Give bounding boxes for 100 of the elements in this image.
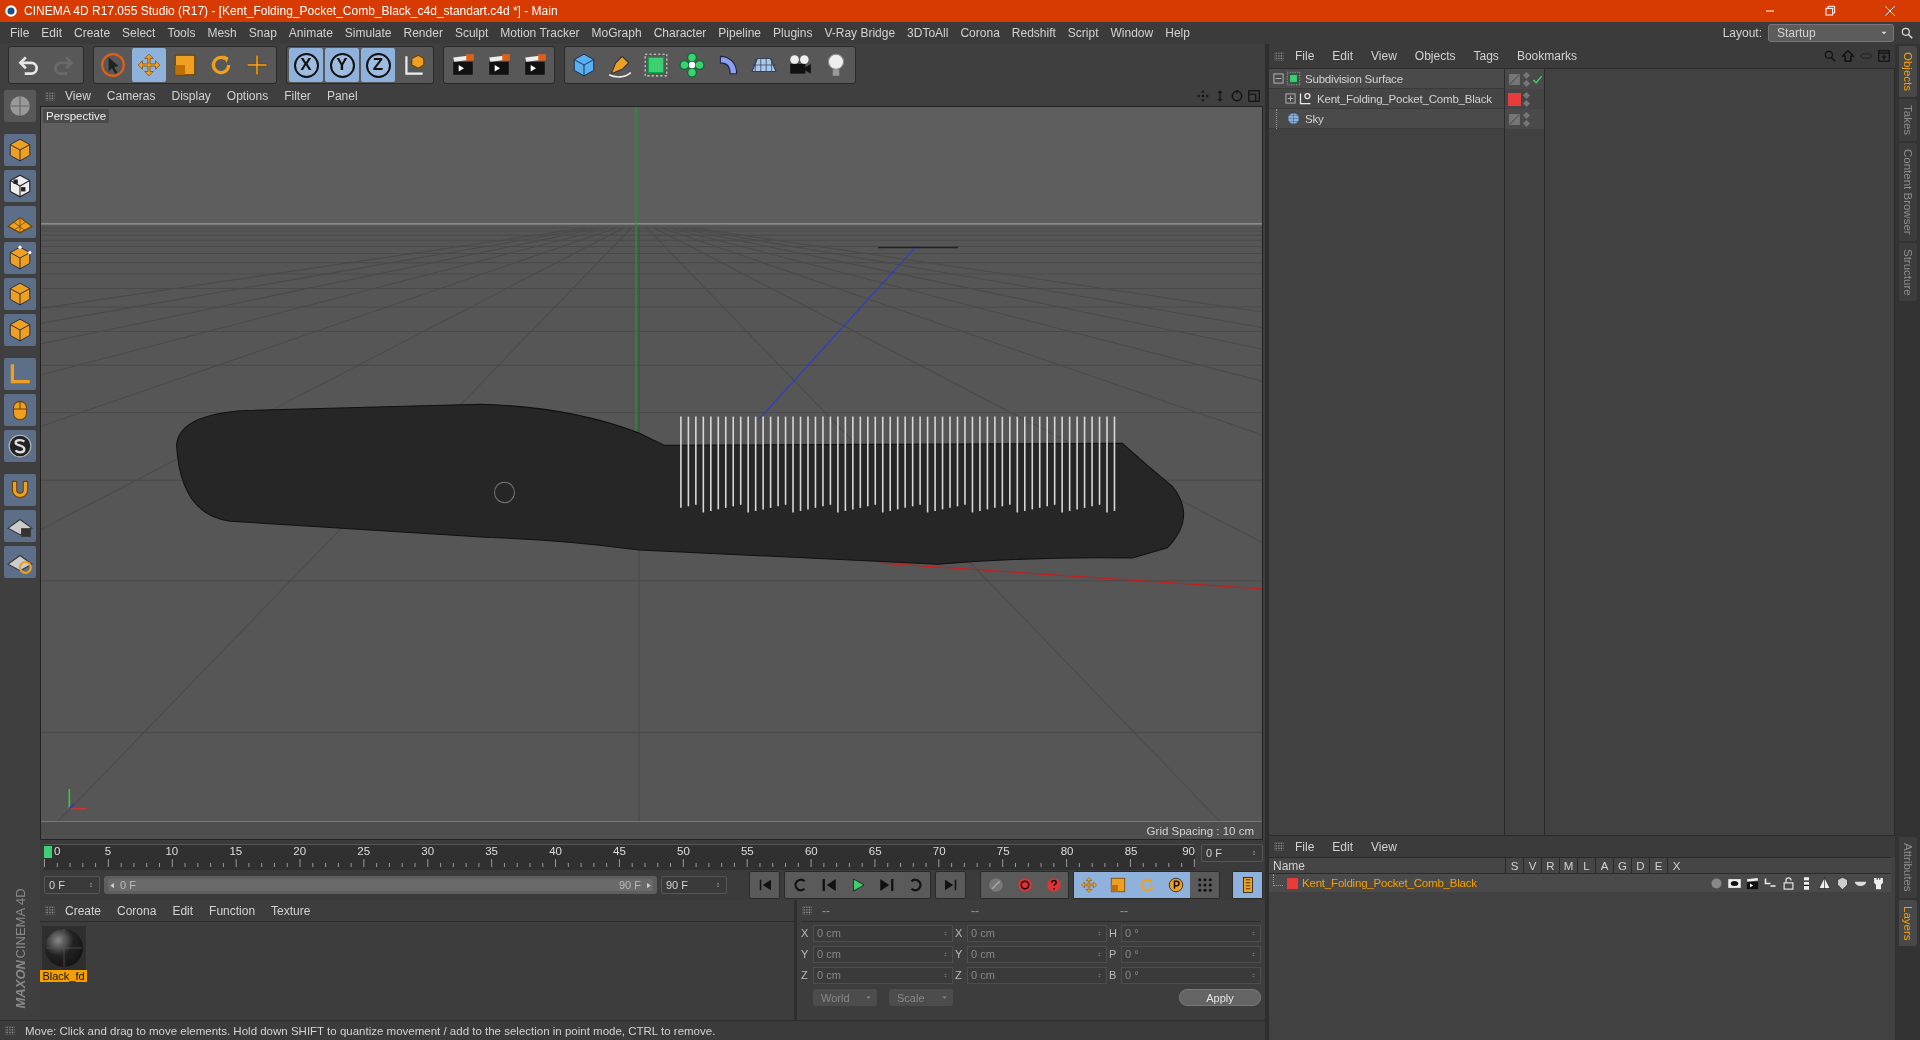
start-frame-field[interactable]: 0 F bbox=[44, 876, 100, 894]
object-menu-item[interactable]: Edit bbox=[1323, 49, 1363, 63]
visibility-dots-icon[interactable] bbox=[1524, 112, 1529, 126]
material-menu-item[interactable]: Texture bbox=[263, 903, 319, 918]
menu-item[interactable]: Corona bbox=[954, 26, 1006, 40]
menu-item[interactable]: Sculpt bbox=[448, 26, 495, 40]
menu-item[interactable]: Redshift bbox=[1005, 26, 1062, 40]
menu-item[interactable]: V-Ray Bridge bbox=[818, 26, 902, 40]
view-menu-item[interactable]: View bbox=[57, 89, 99, 103]
axis-lock-button[interactable]: X bbox=[289, 48, 323, 82]
menu-item[interactable]: Simulate bbox=[338, 26, 398, 40]
column-header[interactable]: E bbox=[1649, 858, 1667, 873]
material-thumbnail[interactable] bbox=[41, 926, 86, 970]
menu-item[interactable]: Render bbox=[397, 26, 449, 40]
perspective-viewport[interactable]: Perspective Grid Spacing : 10 cm bbox=[40, 106, 1263, 840]
menu-item[interactable]: Tools bbox=[161, 26, 202, 40]
current-frame-field[interactable]: 0 F bbox=[1201, 844, 1263, 862]
shield-icon[interactable] bbox=[1835, 875, 1850, 891]
apply-button[interactable]: Apply bbox=[1179, 989, 1261, 1006]
object-row[interactable]: Kent_Folding_Pocket_Comb_Black bbox=[1269, 89, 1504, 109]
axis-label: X bbox=[801, 927, 810, 939]
object-menu-item[interactable]: View bbox=[1362, 49, 1406, 63]
column-header[interactable]: G bbox=[1613, 858, 1631, 873]
menu-item[interactable]: Pipeline bbox=[712, 26, 768, 40]
material-menu-item[interactable]: Edit bbox=[164, 903, 202, 918]
menu-item[interactable]: Animate bbox=[282, 26, 339, 40]
timeline-ruler[interactable]: 0 5 10 15 20 25 30 35 40 45 50 55 60 65 70 75 80 85 90 bbox=[44, 844, 1195, 870]
material-menu-item[interactable]: Function bbox=[201, 903, 264, 918]
object-menu-item[interactable]: Bookmarks bbox=[1507, 49, 1586, 63]
padlock-icon[interactable] bbox=[1781, 875, 1796, 891]
material-menu-item[interactable]: Corona bbox=[109, 903, 165, 918]
menu-item[interactable]: Motion Tracker bbox=[494, 26, 586, 40]
layer-menu-item[interactable]: Edit bbox=[1323, 839, 1363, 854]
pyramid-icon[interactable] bbox=[1817, 875, 1832, 891]
menu-item[interactable]: Script bbox=[1061, 26, 1105, 40]
sky-sphere-icon bbox=[1286, 111, 1301, 126]
object-menu-item[interactable]: File bbox=[1286, 49, 1324, 63]
clapperboard-icon[interactable] bbox=[1745, 875, 1760, 891]
view-menu-item[interactable]: Filter bbox=[276, 89, 319, 103]
move-key-icon bbox=[1079, 876, 1098, 894]
menu-item[interactable]: MoGraph bbox=[585, 26, 648, 40]
column-header[interactable]: M bbox=[1559, 858, 1577, 873]
axis-lock-button[interactable]: Z bbox=[361, 48, 395, 82]
view-menu-item[interactable]: Options bbox=[218, 89, 277, 103]
side-tab[interactable]: Objects bbox=[1898, 46, 1917, 97]
status-message: Move: Click and drag to move elements. Hold down SHIFT to quantize movement / add to the selection in point mode, CTRL to remove. bbox=[25, 1024, 716, 1037]
layer-row[interactable]: Kent_Folding_Pocket_Comb_Black bbox=[1269, 874, 1891, 892]
layer-menu-item[interactable]: View bbox=[1362, 839, 1406, 854]
menu-item[interactable]: Help bbox=[1159, 26, 1196, 40]
column-header[interactable]: R bbox=[1541, 858, 1559, 873]
view-menu-item[interactable]: Display bbox=[163, 89, 219, 103]
object-menu-item[interactable]: Objects bbox=[1405, 49, 1465, 63]
menu-item[interactable]: Character bbox=[647, 26, 713, 40]
restore-icon[interactable] bbox=[1822, 3, 1838, 19]
column-header[interactable]: D bbox=[1631, 858, 1649, 873]
layer-menu-item[interactable]: File bbox=[1286, 839, 1324, 854]
axis-lock-button[interactable]: Y bbox=[325, 48, 359, 82]
parameter-key-button[interactable] bbox=[1161, 872, 1190, 898]
menu-item[interactable]: File bbox=[4, 26, 36, 40]
search-icon[interactable] bbox=[1900, 26, 1914, 40]
move-arrows-button[interactable] bbox=[132, 48, 166, 82]
visibility-dots-icon[interactable] bbox=[1524, 92, 1529, 106]
menu-item[interactable]: 3DToAll bbox=[901, 26, 955, 40]
spinner-icon bbox=[1096, 928, 1103, 938]
view-menu-item[interactable]: Cameras bbox=[98, 89, 164, 103]
close-icon[interactable] bbox=[1882, 3, 1898, 19]
menu-item[interactable]: Mesh bbox=[201, 26, 243, 40]
record-icon bbox=[1015, 876, 1034, 894]
end-frame-field[interactable]: 90 F bbox=[661, 876, 727, 894]
collapse-icon[interactable] bbox=[1273, 73, 1284, 84]
object-row[interactable]: Sky bbox=[1269, 109, 1504, 129]
object-menu-item[interactable]: Tags bbox=[1464, 49, 1508, 63]
menu-item[interactable]: Plugins bbox=[767, 26, 819, 40]
column-header[interactable]: Name bbox=[1269, 858, 1505, 873]
material-menu-item[interactable]: Create bbox=[57, 903, 110, 918]
menu-item[interactable]: Snap bbox=[242, 26, 283, 40]
camera-label: Perspective bbox=[43, 109, 110, 123]
column-header[interactable]: A bbox=[1595, 858, 1613, 873]
view-menu-item[interactable]: Panel bbox=[318, 89, 366, 103]
chess-rook-icon[interactable] bbox=[1871, 875, 1886, 891]
menu-item[interactable]: Window bbox=[1104, 26, 1160, 40]
caret-icon bbox=[864, 993, 873, 1002]
layout-dropdown[interactable]: Startup bbox=[1768, 24, 1894, 42]
visibility-dots-icon[interactable] bbox=[1524, 72, 1529, 86]
menu-item[interactable]: Create bbox=[68, 26, 117, 40]
column-header[interactable]: S bbox=[1505, 858, 1523, 873]
expand-icon[interactable] bbox=[1285, 93, 1296, 104]
range-end-label: 90 F bbox=[619, 879, 641, 891]
material-name[interactable]: Black_fd bbox=[40, 970, 87, 982]
column-header[interactable]: X bbox=[1667, 858, 1685, 873]
column-header[interactable]: L bbox=[1577, 858, 1595, 873]
scale-square-icon bbox=[172, 52, 198, 78]
range-slider-fill[interactable] bbox=[108, 879, 653, 891]
column-header[interactable]: V bbox=[1523, 858, 1541, 873]
film-strip-button[interactable] bbox=[1233, 872, 1262, 898]
side-tab[interactable]: Layers bbox=[1898, 899, 1917, 947]
object-row[interactable]: Subdivision Surface bbox=[1269, 69, 1504, 89]
menu-item[interactable]: Edit bbox=[35, 26, 69, 40]
menu-item[interactable]: Select bbox=[116, 26, 162, 40]
point-grid-icon bbox=[1195, 876, 1214, 894]
